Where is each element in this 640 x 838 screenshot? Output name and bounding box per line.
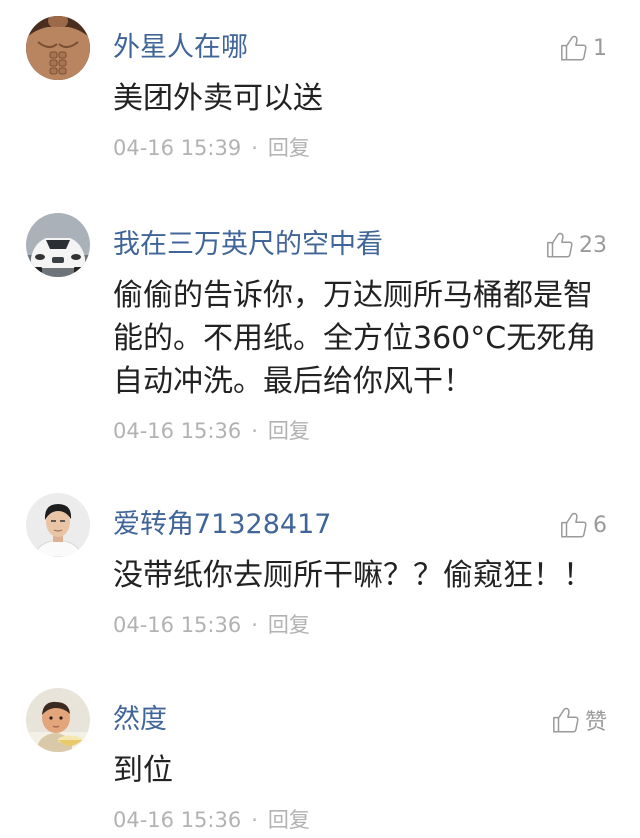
avatar[interactable]: [26, 493, 90, 557]
comment-item: 6 爱转角71328417 没带纸你去厕所干嘛？？偷窥狂！！ 04-16 15:…: [0, 493, 640, 640]
like-label: 赞: [584, 710, 607, 735]
reply-button[interactable]: 回复: [268, 419, 310, 443]
like-count: 23: [579, 232, 607, 258]
like-button[interactable]: 6: [559, 510, 607, 540]
comment-item: 1 外星人在哪 美团外卖可以送 04-16 15:39 · 回复: [0, 16, 640, 163]
avatar-image: [26, 16, 90, 80]
avatar[interactable]: [26, 213, 90, 277]
username[interactable]: 我在三万英尺的空中看: [113, 228, 610, 262]
separator-dot: ·: [251, 613, 258, 637]
separator-dot: ·: [251, 808, 258, 832]
thumbs-up-icon: [559, 33, 589, 63]
thumbs-up-icon: [545, 230, 575, 260]
comment-text: 没带纸你去厕所干嘛？？偷窥狂！！: [113, 558, 593, 593]
like-count: 1: [593, 35, 607, 61]
like-button[interactable]: 赞: [551, 705, 607, 735]
comment-time: 04-16 15:36: [113, 808, 242, 832]
comment-meta: 04-16 15:36 · 回复: [113, 805, 610, 835]
comment-item: 23 我在三万英尺的空中看 偷偷的告诉你，万达厕所马桶都是智能的。不用纸。全方位…: [0, 213, 640, 446]
comment-item: 赞 然度 到位 04-16 15:36 · 回复: [0, 688, 640, 835]
like-button[interactable]: 1: [559, 33, 607, 63]
comment-text: 到位: [113, 753, 173, 788]
separator-dot: ·: [251, 419, 258, 443]
like-button[interactable]: 23: [545, 230, 607, 260]
reply-button[interactable]: 回复: [268, 136, 310, 160]
reply-button[interactable]: 回复: [268, 808, 310, 832]
comment-meta: 04-16 15:39 · 回复: [113, 133, 610, 163]
comment-text: 美团外卖可以送: [113, 81, 323, 116]
username[interactable]: 然度: [113, 703, 610, 737]
like-count: 6: [593, 512, 607, 538]
username[interactable]: 外星人在哪: [113, 31, 610, 65]
avatar-image: [26, 688, 90, 752]
avatar-image: [26, 493, 90, 557]
avatar[interactable]: [26, 16, 90, 80]
comment-meta: 04-16 15:36 · 回复: [113, 416, 610, 446]
thumbs-up-icon: [551, 705, 581, 735]
comment-text: 偷偷的告诉你，万达厕所马桶都是智能的。不用纸。全方位360°C无死角自动冲洗。最…: [113, 278, 597, 399]
avatar-image: [26, 213, 90, 277]
avatar[interactable]: [26, 688, 90, 752]
comment-time: 04-16 15:36: [113, 613, 242, 637]
comment-time: 04-16 15:36: [113, 419, 242, 443]
thumbs-up-icon: [559, 510, 589, 540]
separator-dot: ·: [251, 136, 258, 160]
comment-time: 04-16 15:39: [113, 136, 242, 160]
reply-button[interactable]: 回复: [268, 613, 310, 637]
username[interactable]: 爱转角71328417: [113, 508, 610, 542]
comment-meta: 04-16 15:36 · 回复: [113, 610, 610, 640]
